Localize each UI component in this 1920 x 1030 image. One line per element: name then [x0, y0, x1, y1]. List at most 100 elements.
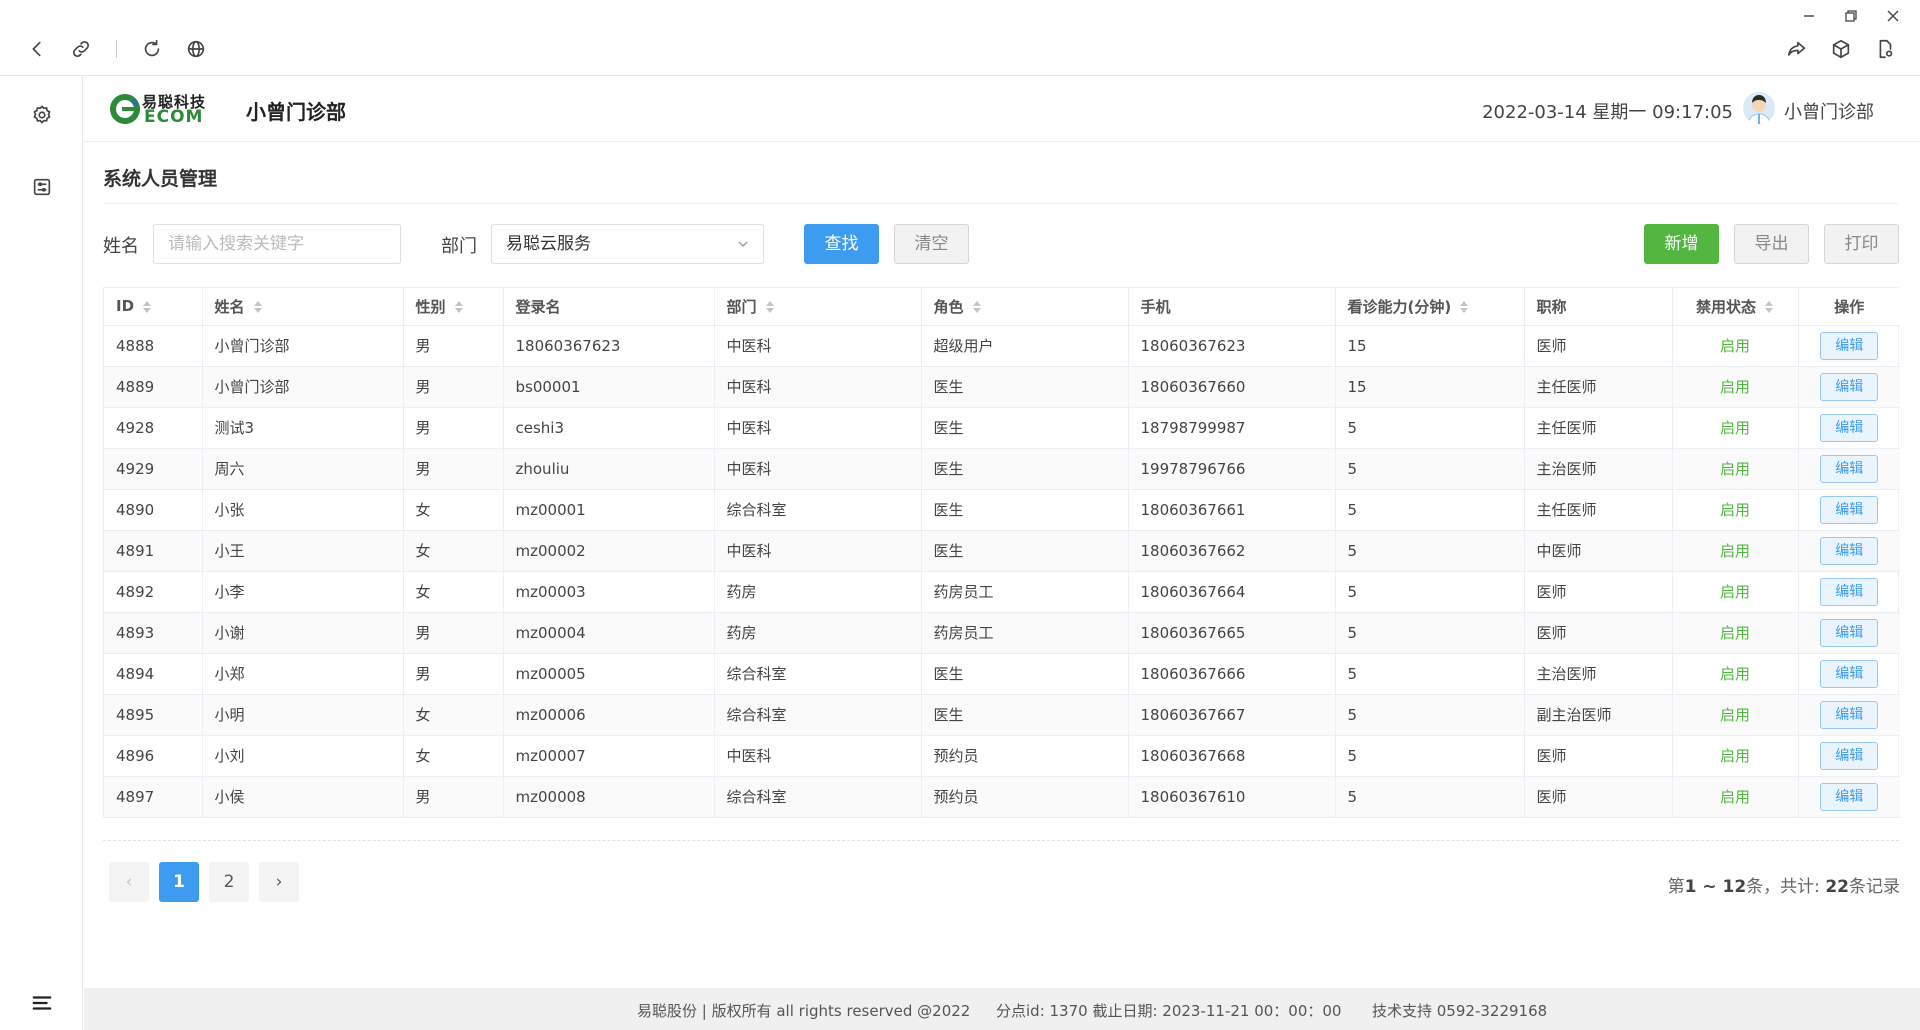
cell-dept: 药房 — [714, 571, 922, 613]
name-search-input[interactable] — [153, 224, 401, 264]
window-controls — [1796, 6, 1906, 26]
document-settings-icon[interactable] — [1870, 34, 1900, 64]
edit-button[interactable]: 编辑 — [1820, 495, 1879, 524]
edit-button[interactable]: 编辑 — [1820, 413, 1879, 442]
cell-name: 小郑 — [202, 653, 404, 695]
cell-name: 周六 — [202, 448, 404, 490]
edit-button[interactable]: 编辑 — [1820, 536, 1879, 565]
minimize-icon[interactable] — [1796, 6, 1822, 26]
link-icon[interactable] — [66, 34, 96, 64]
globe-icon[interactable] — [181, 34, 211, 64]
settings-icon[interactable] — [27, 100, 57, 130]
column-header-label: 禁用状态 — [1695, 297, 1756, 316]
add-button[interactable]: 新增 — [1644, 224, 1719, 264]
column-header[interactable]: 性别 — [403, 288, 504, 326]
close-icon[interactable] — [1880, 6, 1906, 26]
restore-icon[interactable] — [1838, 6, 1864, 26]
cell-name: 小王 — [202, 530, 404, 572]
sort-icon[interactable] — [1764, 300, 1774, 314]
column-header[interactable]: 禁用状态 — [1672, 288, 1799, 326]
current-datetime: 2022-03-14 星期一 09:17:05 — [1482, 102, 1733, 123]
cell-title: 医师 — [1524, 612, 1673, 654]
edit-button[interactable]: 编辑 — [1820, 577, 1879, 606]
edit-button[interactable]: 编辑 — [1820, 700, 1879, 729]
column-header-label: 角色 — [933, 297, 964, 316]
cell-capacity: 5 — [1335, 448, 1525, 490]
clear-button[interactable]: 清空 — [894, 224, 969, 264]
share-icon[interactable] — [1782, 34, 1812, 64]
page-2-button[interactable]: 2 — [209, 862, 249, 902]
nav-actions — [1782, 34, 1900, 64]
sort-icon[interactable] — [972, 300, 982, 314]
cell-title: 医师 — [1524, 735, 1673, 777]
column-header[interactable]: 姓名 — [202, 288, 404, 326]
sort-icon[interactable] — [253, 300, 263, 314]
sort-icon[interactable] — [1459, 300, 1469, 314]
edit-button[interactable]: 编辑 — [1820, 659, 1879, 688]
chevron-down-icon — [738, 241, 748, 247]
cell-actions: 编辑 — [1798, 653, 1900, 695]
prev-page-button[interactable]: ‹ — [109, 862, 149, 902]
edit-button[interactable]: 编辑 — [1820, 782, 1879, 811]
cell-login: mz00008 — [503, 776, 715, 818]
cell-phone: 18060367666 — [1128, 653, 1336, 695]
edit-button[interactable]: 编辑 — [1820, 618, 1879, 647]
search-button[interactable]: 查找 — [804, 224, 879, 264]
menu-collapse-icon[interactable] — [27, 988, 57, 1018]
cell-gender: 男 — [403, 612, 504, 654]
cell-name: 小刘 — [202, 735, 404, 777]
column-header[interactable]: 角色 — [921, 288, 1129, 326]
avatar[interactable] — [1743, 92, 1775, 124]
cell-phone: 18798799987 — [1128, 407, 1336, 449]
summary-suffix: 条记录 — [1849, 877, 1900, 897]
refresh-icon[interactable] — [137, 34, 167, 64]
cube-icon[interactable] — [1826, 34, 1856, 64]
cell-role: 预约员 — [921, 776, 1129, 818]
back-icon[interactable] — [22, 34, 52, 64]
page-1-button[interactable]: 1 — [159, 862, 199, 902]
column-header[interactable]: 看诊能力(分钟) — [1335, 288, 1525, 326]
cell-name: 小侯 — [202, 776, 404, 818]
table-row: 4894 小郑男 mz00005 综合科室 医生 18060367666 5 主治医师 启用 编辑 — [104, 653, 1900, 695]
sort-icon[interactable] — [454, 300, 464, 314]
cell-id: 4929 — [104, 448, 203, 490]
sort-icon[interactable] — [142, 300, 152, 314]
dept-select[interactable]: 易聪云服务 — [491, 224, 764, 264]
edit-button[interactable]: 编辑 — [1820, 331, 1879, 360]
column-header[interactable]: ID — [104, 288, 203, 326]
system-panel-icon[interactable] — [27, 172, 57, 202]
cell-role: 医生 — [921, 407, 1129, 449]
cell-phone: 18060367610 — [1128, 776, 1336, 818]
browser-toolbar — [0, 0, 1920, 76]
footer-support: 技术支持 0592-3229168 — [1372, 1002, 1548, 1020]
cell-actions: 编辑 — [1798, 366, 1900, 408]
page-title: 系统人员管理 — [103, 168, 218, 190]
column-header: 操作 — [1798, 288, 1900, 326]
cell-login: mz00007 — [503, 735, 715, 777]
footer: 易聪股份 | 版权所有 all rights reserved @2022 分点… — [84, 988, 1920, 1030]
cell-status: 启用 — [1672, 530, 1799, 572]
cell-login: mz00002 — [503, 530, 715, 572]
cell-actions: 编辑 — [1798, 407, 1900, 449]
cell-capacity: 5 — [1335, 407, 1525, 449]
edit-button[interactable]: 编辑 — [1820, 372, 1879, 401]
next-page-button[interactable]: › — [259, 862, 299, 902]
export-button[interactable]: 导出 — [1734, 224, 1809, 264]
pagination-summary: 第1 ~ 12条，共计: 22条记录 — [1668, 872, 1900, 897]
clinic-title: 小曾门诊部 — [246, 100, 346, 124]
cell-title: 副主治医师 — [1524, 694, 1673, 736]
table-header-row: ID 姓名 性别 登录名 部门 角色 手机 看诊能力(分钟) 职称 禁用状态 操作 — [104, 288, 1900, 326]
column-header[interactable]: 部门 — [714, 288, 922, 326]
cell-phone: 18060367660 — [1128, 366, 1336, 408]
cell-status: 启用 — [1672, 571, 1799, 613]
column-header: 手机 — [1128, 288, 1336, 326]
edit-button[interactable]: 编辑 — [1820, 454, 1879, 483]
staff-table: ID 姓名 性别 登录名 部门 角色 手机 看诊能力(分钟) 职称 禁用状态 操作 4888 小曾门诊… — [103, 287, 1900, 818]
print-button[interactable]: 打印 — [1824, 224, 1899, 264]
cell-status: 启用 — [1672, 448, 1799, 490]
user-name[interactable]: 小曾门诊部 — [1784, 98, 1874, 124]
edit-button[interactable]: 编辑 — [1820, 741, 1879, 770]
cell-name: 小谢 — [202, 612, 404, 654]
sort-icon[interactable] — [765, 300, 775, 314]
cell-capacity: 5 — [1335, 776, 1525, 818]
